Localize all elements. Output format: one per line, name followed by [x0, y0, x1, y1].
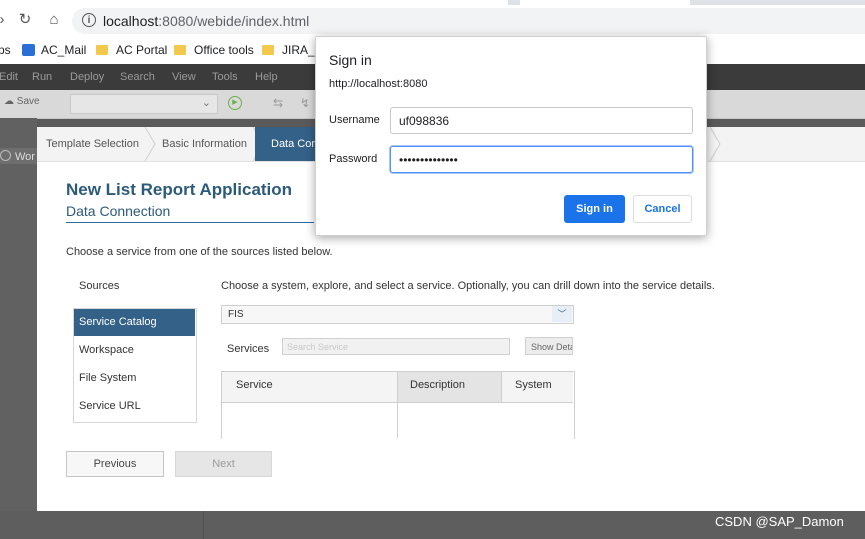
- menu-help[interactable]: Help: [255, 71, 278, 83]
- instructions-text: Choose a service from one of the sources…: [66, 246, 333, 258]
- sources-description: Choose a system, explore, and select a s…: [221, 280, 715, 292]
- username-label: Username: [329, 114, 380, 126]
- save-button[interactable]: ☁ Save: [4, 96, 40, 107]
- url-text[interactable]: localhost:8080/webide/index.html: [103, 13, 309, 29]
- reload-icon[interactable]: ↻: [17, 12, 33, 28]
- system-value: FIS: [228, 309, 244, 320]
- services-label: Services: [227, 343, 270, 355]
- sources-label: Sources: [79, 280, 120, 292]
- menu-view[interactable]: View: [172, 71, 196, 83]
- menu-deploy[interactable]: Deploy: [70, 71, 104, 83]
- step-basic-information[interactable]: Basic Information: [162, 138, 247, 150]
- url-host: localhost: [103, 13, 159, 29]
- sync-icon[interactable]: ↯: [300, 96, 310, 110]
- bookmark-office-tools[interactable]: Office tools: [174, 43, 254, 57]
- menu-tools[interactable]: Tools: [212, 71, 238, 83]
- password-field[interactable]: [390, 146, 693, 173]
- dialog-origin: http://localhost:8080: [329, 78, 428, 90]
- bookmark-label: ps: [0, 43, 11, 57]
- mail-icon: [22, 44, 35, 56]
- bookmark-label: AC_Mail: [41, 43, 87, 57]
- show-details-button[interactable]: Show Details: [525, 337, 573, 355]
- bookmark-ac-mail[interactable]: AC_Mail: [22, 43, 86, 57]
- menu-search[interactable]: Search: [120, 71, 155, 83]
- password-label: Password: [329, 153, 378, 165]
- tab-strip: [0, 0, 865, 5]
- arrows-icon[interactable]: ⇆: [273, 96, 283, 110]
- save-label: Save: [16, 96, 40, 107]
- active-tab-edge: [0, 0, 508, 5]
- page-title: New List Report Application: [66, 180, 293, 199]
- system-select[interactable]: [221, 305, 574, 324]
- forward-icon[interactable]: ›: [0, 12, 10, 28]
- bookmark-label: Office tools: [194, 43, 254, 57]
- username-field[interactable]: [390, 107, 693, 134]
- workspace-item[interactable]: Wor: [0, 150, 35, 163]
- cloud-icon: ☁: [4, 96, 14, 107]
- folder-icon: [174, 45, 186, 55]
- source-service-url[interactable]: Service URL: [74, 393, 195, 420]
- menu-edit[interactable]: Edit: [0, 71, 18, 83]
- next-button[interactable]: Next: [175, 451, 272, 477]
- column-header-description[interactable]: Description: [410, 379, 465, 391]
- step-template-selection[interactable]: Template Selection: [46, 138, 139, 150]
- source-workspace[interactable]: Workspace: [74, 337, 195, 364]
- tab-edge: [520, 0, 690, 5]
- bookmark-label: AC Portal: [116, 43, 168, 57]
- step-data-connection[interactable]: Data Con: [271, 138, 317, 150]
- column-header-service[interactable]: Service: [236, 379, 273, 391]
- run-config-select[interactable]: ⌄: [70, 94, 218, 114]
- run-icon[interactable]: ▶: [228, 96, 242, 110]
- pane-divider: [203, 511, 204, 539]
- workspace-panel: [0, 118, 37, 539]
- url-path: :8080/webide/index.html: [158, 13, 310, 29]
- step-separator-icon: [144, 127, 156, 161]
- source-service-catalog[interactable]: Service Catalog: [74, 309, 195, 336]
- previous-button[interactable]: Previous: [66, 451, 164, 477]
- workspace-label: Wor: [15, 151, 35, 163]
- column-divider: [501, 372, 502, 402]
- chevron-down-icon: ⌄: [201, 97, 211, 109]
- sign-in-button[interactable]: Sign in: [564, 195, 625, 223]
- site-info-icon[interactable]: i: [82, 13, 96, 27]
- cancel-button[interactable]: Cancel: [633, 195, 692, 223]
- menu-run[interactable]: Run: [32, 71, 52, 83]
- step-separator-icon: [709, 127, 721, 161]
- watermark-text: CSDN @SAP_Damon: [715, 514, 844, 529]
- chevron-down-icon[interactable]: ﹀: [552, 306, 572, 322]
- bookmark-apps[interactable]: ps: [0, 43, 11, 57]
- title-underline: [66, 222, 314, 223]
- column-divider: [397, 372, 398, 438]
- home-icon[interactable]: ⌂: [46, 12, 62, 28]
- service-search-input[interactable]: [282, 338, 510, 355]
- bookmark-ac-portal[interactable]: AC Portal: [96, 43, 167, 57]
- column-header-system[interactable]: System: [515, 379, 552, 391]
- source-file-system[interactable]: File System: [74, 365, 195, 392]
- folder-icon: [96, 45, 108, 55]
- page-subtitle: Data Connection: [66, 203, 171, 219]
- folder-icon: [262, 45, 274, 55]
- dialog-title: Sign in: [329, 52, 372, 68]
- workspace-icon: [0, 150, 11, 161]
